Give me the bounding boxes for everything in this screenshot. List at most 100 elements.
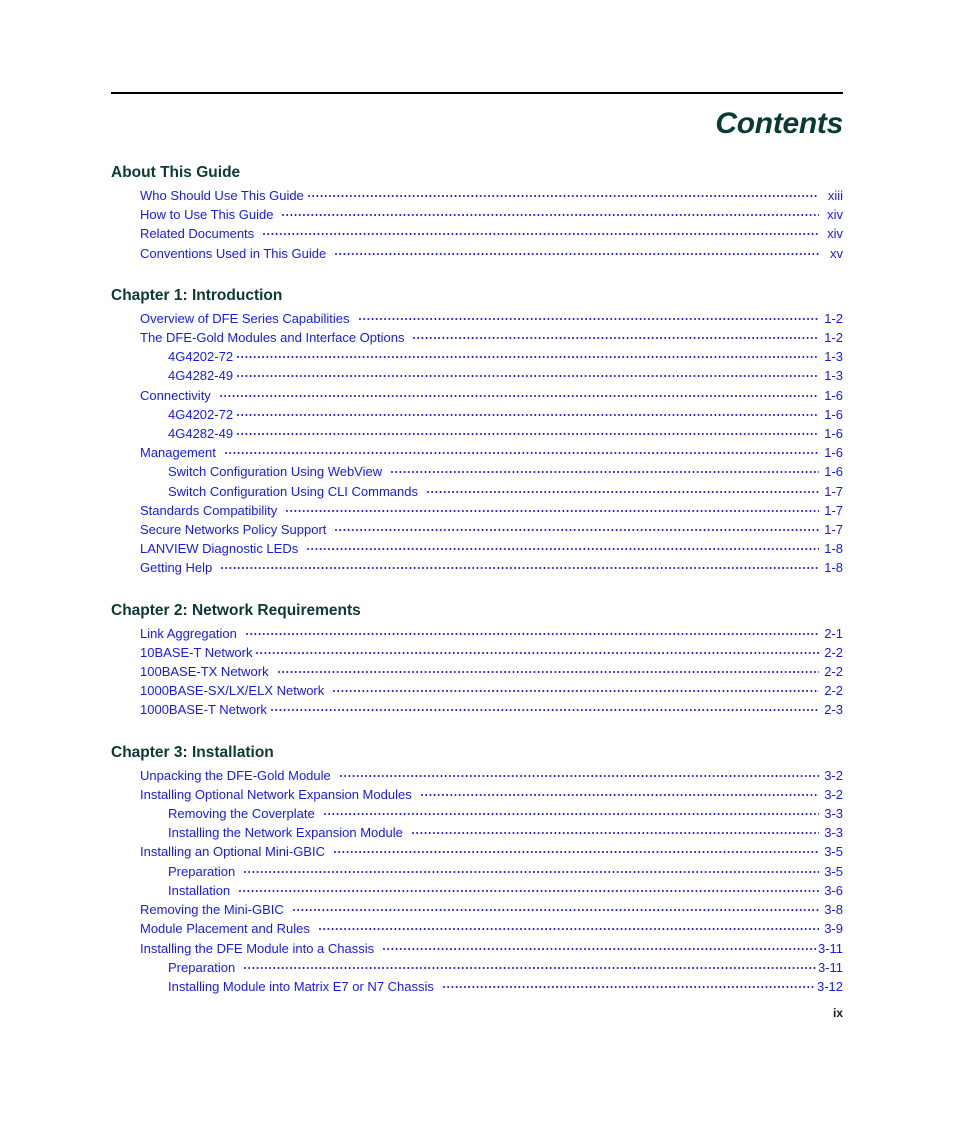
page-number: ix (832, 1006, 843, 1020)
toc-entry-label: Removing the Coverplate (168, 806, 315, 822)
toc-entry-label: Installing the Network Expansion Module (168, 825, 403, 841)
toc-dot-leader (244, 863, 819, 876)
toc-entry[interactable]: Preparation 3-5 (111, 862, 843, 881)
toc-entry-page-number: 1-6 (824, 445, 843, 461)
toc-entry-label: Overview of DFE Series Capabilities (140, 310, 350, 326)
toc-entry-page-number: 3-5 (824, 844, 843, 860)
toc-entry[interactable]: The DFE-Gold Modules and Interface Optio… (111, 328, 843, 347)
toc-entry[interactable]: Installing Module into Matrix E7 or N7 C… (111, 977, 843, 996)
toc-entry-page-number: 1-8 (824, 541, 843, 557)
toc-dot-leader (427, 483, 819, 496)
toc-dot-leader (411, 824, 819, 837)
toc-entry[interactable]: 4G4202-72 1-3 (111, 347, 843, 366)
toc-entry[interactable]: Switch Configuration Using WebView 1-6 (111, 462, 843, 481)
toc-section: About This Guide Who Should Use This Guid… (111, 162, 843, 263)
toc-dot-leader (237, 425, 819, 438)
toc-dot-leader (237, 348, 819, 361)
toc-entry[interactable]: Installation 3-6 (111, 881, 843, 900)
toc-entry-label: The DFE-Gold Modules and Interface Optio… (140, 330, 405, 346)
toc-dot-leader (333, 682, 819, 695)
toc-dot-leader (420, 786, 819, 799)
toc-dot-leader (270, 701, 819, 714)
toc-entry-page-number: 1-2 (824, 310, 843, 326)
toc-entry[interactable]: 10BASE-T Network 2-2 (111, 643, 843, 662)
toc-entry-label: LANVIEW Diagnostic LEDs (140, 541, 299, 557)
toc-dot-leader (277, 663, 819, 676)
toc-entry[interactable]: Removing the Mini-GBIC 3-8 (111, 900, 843, 919)
toc-entry-page-number: xiv (827, 207, 843, 223)
toc-entry-page-number: 2-3 (824, 702, 843, 718)
toc-entry-page-number: 1-3 (824, 349, 843, 365)
toc-entry-page-number: 1-6 (824, 464, 843, 480)
toc-entry-page-number: 1-7 (824, 502, 843, 518)
toc-entry[interactable]: Unpacking the DFE-Gold Module 3-2 (111, 766, 843, 785)
toc-entry-page-number: 3-9 (824, 921, 843, 937)
page-title: Contents (715, 107, 843, 140)
toc-entry[interactable]: 1000BASE-SX/LX/ELX Network 2-2 (111, 681, 843, 700)
toc-entry-label: Installing the DFE Module into a Chassis (140, 940, 375, 956)
toc-entry[interactable]: Link Aggregation 2-1 (111, 624, 843, 643)
toc-entry[interactable]: 1000BASE-T Network 2-3 (111, 700, 843, 719)
toc-entry[interactable]: Preparation 3-11 (111, 958, 843, 977)
toc-entry[interactable]: Installing the Network Expansion Module 3… (111, 823, 843, 842)
toc-entry-label: Preparation (168, 959, 236, 975)
toc-entry[interactable]: Conventions Used in This Guide xv (111, 244, 843, 263)
toc-entry-label: Installation (168, 882, 231, 898)
table-of-contents: About This Guide Who Should Use This Guid… (111, 162, 843, 996)
toc-entry[interactable]: Related Documents xiv (111, 224, 843, 243)
toc-section-heading: Chapter 1: Introduction (111, 286, 283, 304)
toc-dot-leader (282, 206, 819, 219)
toc-dot-leader (244, 959, 816, 972)
toc-entry-page-number: 1-3 (824, 368, 843, 384)
toc-entry-label: Switch Configuration Using CLI Commands (168, 483, 418, 499)
toc-entry-label: Installing Optional Network Expansion Mo… (140, 786, 412, 802)
toc-entry[interactable]: Module Placement and Rules 3-9 (111, 919, 843, 938)
toc-entry[interactable]: Secure Networks Policy Support 1-7 (111, 520, 843, 539)
toc-entry[interactable]: Installing the DFE Module into a Chassis… (111, 939, 843, 958)
toc-dot-leader (256, 644, 819, 657)
toc-entry-page-number: 3-2 (824, 767, 843, 783)
toc-entry[interactable]: Who Should Use This Guide xiii (111, 186, 843, 205)
toc-entry[interactable]: 100BASE-TX Network 2-2 (111, 662, 843, 681)
toc-entry-label: 4G4202-72 (168, 406, 234, 422)
toc-entry-page-number: 1-7 (824, 483, 843, 499)
toc-dot-leader (358, 310, 819, 323)
toc-entry-page-number: 1-7 (824, 522, 843, 538)
toc-entry[interactable]: Installing an Optional Mini-GBIC 3-5 (111, 842, 843, 861)
toc-entry[interactable]: Connectivity 1-6 (111, 386, 843, 405)
toc-entry[interactable]: LANVIEW Diagnostic LEDs 1-8 (111, 539, 843, 558)
toc-entry-page-number: 3-11 (817, 959, 843, 975)
toc-entry-page-number: 1-2 (824, 330, 843, 346)
toc-entry-page-number: 2-2 (824, 664, 843, 680)
toc-entry[interactable]: 4G4202-72 1-6 (111, 405, 843, 424)
toc-dot-leader (221, 559, 819, 572)
toc-dot-leader (292, 901, 819, 914)
toc-entry-label: Secure Networks Policy Support (140, 522, 327, 538)
toc-dot-leader (335, 245, 819, 258)
toc-entry[interactable]: How to Use This Guide xiv (111, 205, 843, 224)
toc-entry[interactable]: Getting Help 1-8 (111, 558, 843, 577)
toc-entry-label: 1000BASE-T Network (140, 702, 267, 718)
toc-dot-leader (239, 882, 819, 895)
toc-entry[interactable]: Standards Compatibility 1-7 (111, 501, 843, 520)
toc-entry-label: Installing Module into Matrix E7 or N7 C… (168, 978, 434, 994)
toc-entry-label: Related Documents (140, 226, 255, 242)
toc-entry[interactable]: 4G4282-49 1-6 (111, 424, 843, 443)
toc-section-heading: Chapter 2: Network Requirements (111, 601, 361, 619)
toc-dot-leader (237, 367, 819, 380)
toc-entry-page-number: 2-2 (824, 644, 843, 660)
toc-entry[interactable]: Switch Configuration Using CLI Commands 1… (111, 482, 843, 501)
toc-entry[interactable]: Removing the Coverplate 3-3 (111, 804, 843, 823)
toc-section: Chapter 1: Introduction Overview of DFE S… (111, 285, 843, 578)
toc-entry[interactable]: Management 1-6 (111, 443, 843, 462)
toc-entry-label: Installing an Optional Mini-GBIC (140, 844, 325, 860)
toc-entry-label: 4G4282-49 (168, 368, 234, 384)
toc-entry-label: Link Aggregation (140, 625, 237, 641)
toc-entry-page-number: 1-6 (824, 387, 843, 403)
toc-entry-label: Unpacking the DFE-Gold Module (140, 767, 331, 783)
toc-entry[interactable]: Overview of DFE Series Capabilities 1-2 (111, 309, 843, 328)
toc-entry[interactable]: Installing Optional Network Expansion Mo… (111, 785, 843, 804)
toc-dot-leader (219, 387, 819, 400)
toc-entry-label: Switch Configuration Using WebView (168, 464, 383, 480)
toc-entry[interactable]: 4G4282-49 1-3 (111, 366, 843, 385)
